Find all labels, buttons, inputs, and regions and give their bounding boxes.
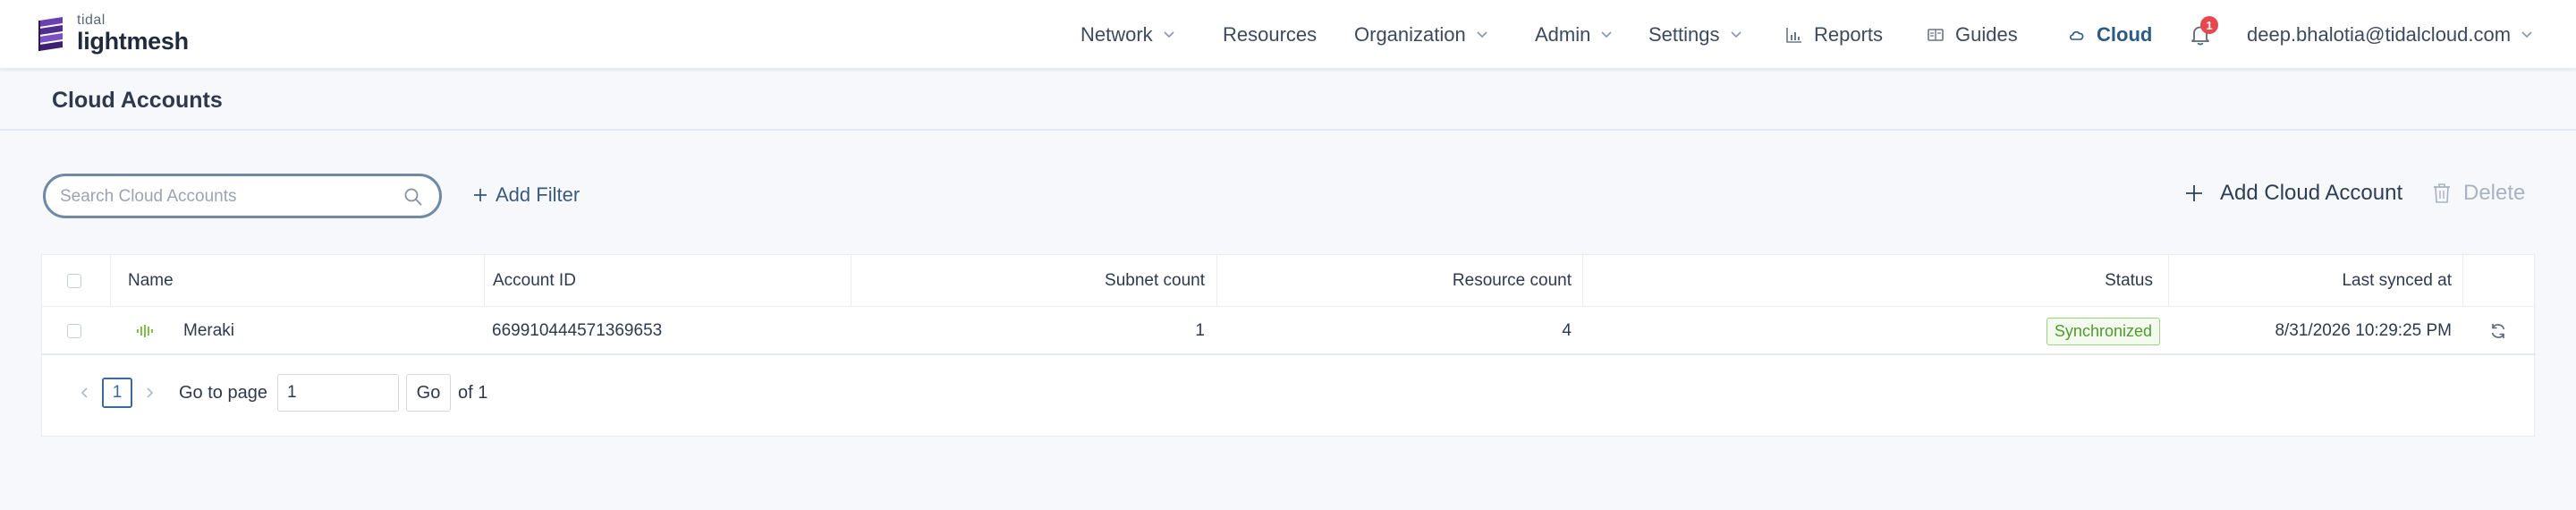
brand-tagline: tidal: [77, 12, 106, 28]
nav-reports[interactable]: Reports: [1785, 0, 1883, 70]
row-checkbox[interactable]: [67, 324, 81, 338]
search-input[interactable]: [60, 185, 382, 208]
top-navigation-bar: tidal lightmesh Network Resources Organi…: [0, 0, 2576, 70]
user-menu[interactable]: deep.bhalotia@tidalcloud.com: [2247, 0, 2532, 70]
previous-page-icon[interactable]: [79, 387, 91, 399]
book-icon: [1928, 29, 1944, 41]
column-header-account-id[interactable]: Account ID: [493, 255, 672, 307]
nav-resources[interactable]: Resources: [1223, 0, 1317, 70]
column-header-status[interactable]: Status: [2010, 255, 2153, 307]
brand-name: lightmesh: [77, 27, 189, 55]
chevron-down-icon: [1730, 31, 1741, 38]
meraki-icon: [137, 325, 153, 337]
next-page-icon[interactable]: [143, 387, 156, 399]
nav-cloud[interactable]: Cloud: [2068, 0, 2152, 70]
chevron-down-icon: [1477, 31, 1487, 38]
cell-name[interactable]: Meraki: [183, 307, 452, 355]
nav-guides[interactable]: Guides: [1927, 0, 2018, 70]
status-badge: Synchronized: [2046, 317, 2160, 345]
cell-last-synced: 8/31/2026 10:29:25 PM: [2275, 321, 2452, 340]
chevron-down-icon: [2521, 31, 2532, 38]
notification-badge: 1: [2200, 16, 2218, 34]
page-title: Cloud Accounts: [52, 88, 223, 113]
plus-icon: [2186, 185, 2202, 201]
nav-settings[interactable]: Settings: [1648, 0, 1741, 70]
search-box[interactable]: [43, 174, 442, 218]
column-header-subnet-count[interactable]: Subnet count: [1026, 255, 1205, 307]
add-filter-button[interactable]: Add Filter: [472, 177, 580, 213]
sync-refresh-icon[interactable]: [2489, 322, 2507, 340]
page-number-input[interactable]: [277, 374, 399, 412]
cell-resource-count: 4: [1562, 321, 1572, 340]
go-button[interactable]: Go: [406, 374, 451, 412]
add-cloud-account-button[interactable]: Add Cloud Account: [2184, 175, 2402, 211]
page-header: Cloud Accounts: [0, 72, 2576, 131]
column-header-resource-count[interactable]: Resource count: [1384, 255, 1572, 307]
bar-chart-icon: [1786, 28, 1801, 43]
nav-organization[interactable]: Organization: [1354, 0, 1487, 70]
go-to-page-label: Go to page: [179, 382, 267, 403]
column-header-name[interactable]: Name: [128, 255, 307, 307]
delete-button[interactable]: Delete: [2433, 175, 2525, 211]
lightmesh-logo-icon: [38, 17, 63, 51]
nav-admin[interactable]: Admin: [1535, 0, 1612, 70]
plus-icon: [474, 189, 487, 201]
cell-account-id: 669910444571369653: [492, 321, 663, 340]
search-icon[interactable]: [403, 187, 423, 207]
table-row[interactable]: Meraki 669910444571369653 1 4 Synchroniz…: [42, 307, 2536, 355]
trash-icon: [2434, 183, 2450, 203]
column-header-last-synced[interactable]: Last synced at: [2278, 255, 2452, 307]
page-count-label: of 1: [458, 382, 488, 403]
select-all-checkbox[interactable]: [67, 274, 81, 288]
nav-network[interactable]: Network: [1080, 0, 1174, 70]
cell-subnet-count: 1: [1195, 321, 1205, 340]
chevron-down-icon: [1601, 31, 1612, 38]
chevron-down-icon: [1164, 31, 1174, 38]
cloud-icon: [2070, 30, 2084, 40]
brand-logo[interactable]: tidal lightmesh: [36, 13, 189, 54]
table-header: Name Account ID Subnet count Resource co…: [42, 255, 2536, 307]
current-page-button[interactable]: 1: [102, 378, 132, 408]
